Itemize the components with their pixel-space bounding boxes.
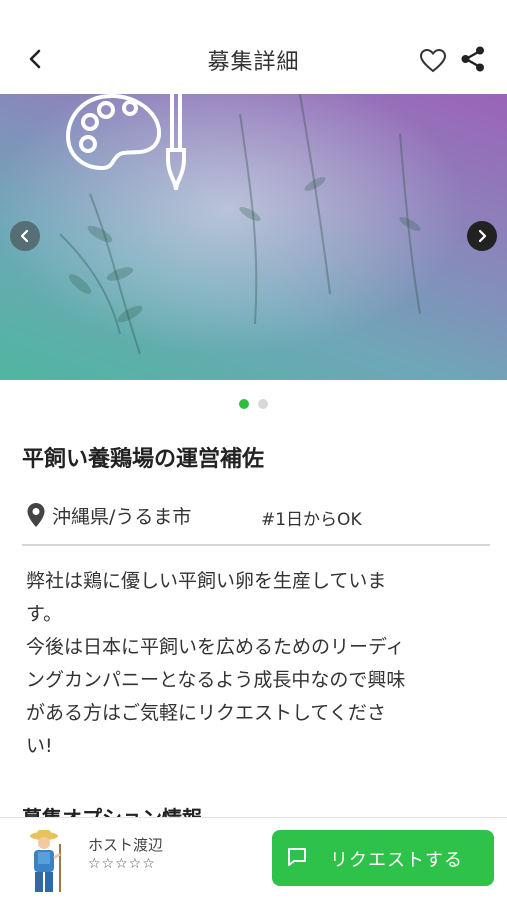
chevron-left-icon bbox=[20, 229, 29, 243]
request-button[interactable]: リクエストする bbox=[272, 830, 494, 886]
carousel-prev-button[interactable] bbox=[10, 221, 40, 251]
chevron-right-icon bbox=[478, 229, 487, 243]
job-tag[interactable]: #1日からOK bbox=[261, 505, 362, 530]
job-description: 弊社は鶏に優しい平飼い卵を生産していま す。 今後は日本に平飼いを広めるためのリ… bbox=[26, 570, 406, 757]
app-header: 募集詳細 bbox=[0, 0, 507, 94]
pagination-dot-active[interactable] bbox=[239, 399, 249, 409]
palette-brush-icon bbox=[65, 94, 186, 191]
bottom-action-bar: ホスト渡辺 ☆☆☆☆☆ リクエストする bbox=[0, 817, 507, 900]
host-avatar[interactable] bbox=[24, 828, 70, 894]
request-button-label: リクエストする bbox=[330, 850, 463, 871]
chat-icon bbox=[288, 848, 306, 866]
job-title: 平飼い養鶏場の運営補佐 bbox=[22, 447, 265, 472]
pagination-dot[interactable] bbox=[258, 399, 268, 409]
job-location: 沖縄県/うるま市 bbox=[52, 506, 192, 528]
share-icon bbox=[461, 46, 484, 72]
carousel-pagination bbox=[0, 399, 507, 409]
host-name: ホスト渡辺 bbox=[88, 836, 164, 854]
carousel-next-button[interactable] bbox=[467, 221, 497, 251]
heart-outline-icon bbox=[419, 48, 447, 73]
hero-carousel[interactable] bbox=[0, 94, 507, 380]
share-button[interactable] bbox=[459, 45, 487, 73]
location-pin-icon bbox=[27, 503, 45, 527]
favorite-button[interactable] bbox=[418, 46, 448, 76]
host-rating: ☆☆☆☆☆ bbox=[88, 856, 156, 872]
job-meta-row: 沖縄県/うるま市 #1日からOK bbox=[22, 500, 490, 546]
